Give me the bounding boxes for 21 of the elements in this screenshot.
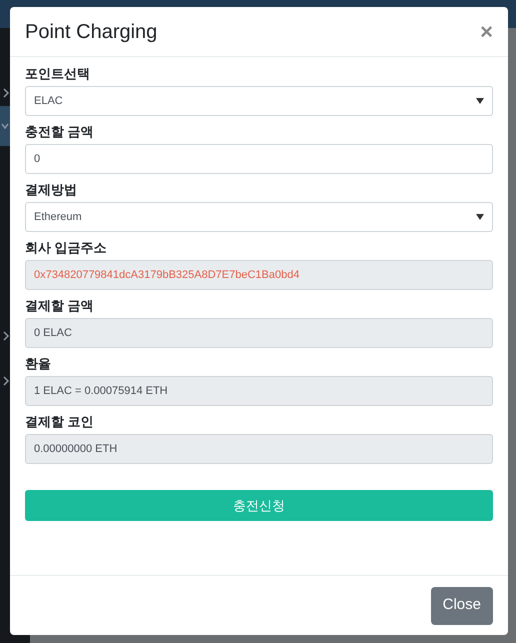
select-dropdown[interactable]: Ethereum: [25, 202, 493, 232]
field-label: 회사 입금주소: [25, 240, 108, 256]
readonly-field[interactable]: 0.00000000 ETH: [25, 434, 493, 464]
field-label: 결제할 코인: [25, 414, 95, 430]
caret-down-icon: [476, 214, 484, 220]
chevron-right-icon: [2, 88, 10, 98]
close-button[interactable]: Close: [430, 586, 493, 624]
readonly-field[interactable]: 1 ELAC = 0.00075914 ETH: [25, 376, 493, 406]
caret-down-icon: [476, 98, 484, 104]
select-dropdown[interactable]: ELAC: [25, 86, 493, 116]
field-label: 결제방법: [25, 182, 78, 198]
field-label: 환율: [25, 356, 52, 372]
chevron-right-icon: [2, 331, 10, 341]
readonly-field[interactable]: 0 ELAC: [25, 318, 493, 348]
modal-title: Point Charging: [25, 20, 158, 44]
chevron-down-icon: [1, 121, 9, 131]
chevron-right-icon: [2, 376, 10, 386]
field-label: 결제할 금액: [25, 298, 95, 314]
amount-input[interactable]: 0: [25, 144, 493, 174]
field-label: 포인트선택: [25, 66, 91, 82]
field-label: 충전할 금액: [25, 124, 95, 140]
